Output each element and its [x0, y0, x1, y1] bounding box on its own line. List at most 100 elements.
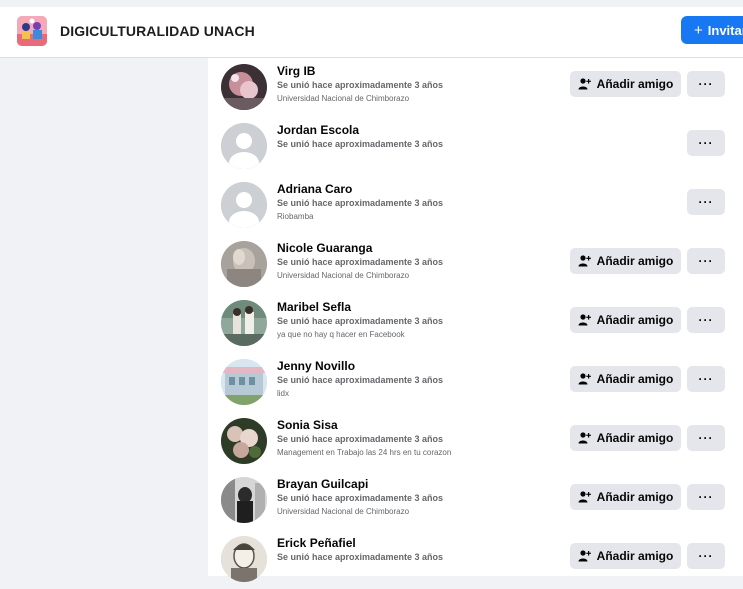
more-icon: ··· — [698, 549, 714, 563]
add-friend-button[interactable]: Añadir amigo — [570, 366, 681, 392]
group-header: DIGICULTURALIDAD UNACH + Invitar — [0, 0, 743, 58]
member-info: Brayan Guilcapi Se unió hace aproximadame… — [277, 477, 577, 517]
member-row: Maribel Sefla Se unió hace aproximadament… — [208, 294, 743, 353]
plus-icon: + — [694, 21, 703, 39]
member-row: Nicole Guaranga Se unió hace aproximadame… — [208, 235, 743, 294]
avatar[interactable] — [221, 536, 267, 582]
more-icon: ··· — [698, 195, 714, 209]
member-info: Nicole Guaranga Se unió hace aproximadame… — [277, 241, 577, 281]
more-options-button[interactable]: ··· — [687, 189, 725, 215]
add-friend-label: Añadir amigo — [596, 490, 674, 504]
member-extra-info: Riobamba — [277, 212, 314, 221]
more-icon: ··· — [698, 136, 714, 150]
member-row: Adriana Caro Se unió hace aproximadamente… — [208, 176, 743, 235]
more-options-button[interactable]: ··· — [687, 248, 725, 274]
more-icon: ··· — [698, 313, 714, 327]
add-friend-button[interactable]: Añadir amigo — [570, 484, 681, 510]
member-name[interactable]: Jenny Novillo — [277, 359, 577, 373]
member-extra-info: Universidad Nacional de Chimborazo — [277, 94, 410, 103]
member-row: Brayan Guilcapi Se unió hace aproximadame… — [208, 471, 743, 530]
member-info: Erick Peñafiel Se unió hace aproximadamen… — [277, 536, 577, 563]
member-joined-text: Se unió hace aproximadamente 3 años — [277, 434, 444, 444]
member-info: Maribel Sefla Se unió hace aproximadament… — [277, 300, 577, 340]
avatar[interactable] — [221, 359, 267, 405]
member-row: Virg IB Se unió hace aproximadamente 3 añ… — [208, 58, 743, 117]
member-name[interactable]: Sonia Sisa — [277, 418, 577, 432]
avatar[interactable] — [221, 477, 267, 523]
members-list: Virg IB Se unió hace aproximadamente 3 añ… — [208, 58, 743, 582]
member-name[interactable]: Maribel Sefla — [277, 300, 577, 314]
add-friend-button[interactable]: Añadir amigo — [570, 543, 681, 569]
member-joined-text: Se unió hace aproximadamente 3 años — [277, 493, 444, 503]
member-name[interactable]: Jordan Escola — [277, 123, 577, 137]
group-cover-thumbnail[interactable] — [17, 16, 47, 46]
more-options-button[interactable]: ··· — [687, 484, 725, 510]
add-friend-button[interactable]: Añadir amigo — [570, 425, 681, 451]
member-joined-text: Se unió hace aproximadamente 3 años — [277, 139, 444, 149]
more-options-button[interactable]: ··· — [687, 425, 725, 451]
member-row: Jenny Novillo Se unió hace aproximadament… — [208, 353, 743, 412]
member-name[interactable]: Adriana Caro — [277, 182, 577, 196]
more-options-button[interactable]: ··· — [687, 71, 725, 97]
member-joined-text: Se unió hace aproximadamente 3 años — [277, 257, 444, 267]
more-options-button[interactable]: ··· — [687, 366, 725, 392]
member-row: Sonia Sisa Se unió hace aproximadamente 3… — [208, 412, 743, 471]
member-info: Jenny Novillo Se unió hace aproximadament… — [277, 359, 577, 399]
member-name[interactable]: Nicole Guaranga — [277, 241, 577, 255]
member-name[interactable]: Erick Peñafiel — [277, 536, 577, 550]
member-info: Jordan Escola Se unió hace aproximadament… — [277, 123, 577, 150]
more-icon: ··· — [698, 431, 714, 445]
member-joined-text: Se unió hace aproximadamente 3 años — [277, 198, 444, 208]
member-info: Virg IB Se unió hace aproximadamente 3 añ… — [277, 64, 577, 104]
add-friend-label: Añadir amigo — [596, 372, 674, 386]
avatar[interactable] — [221, 300, 267, 346]
member-name[interactable]: Virg IB — [277, 64, 577, 78]
person-add-icon — [578, 373, 591, 385]
member-row: Erick Peñafiel Se unió hace aproximadamen… — [208, 530, 743, 589]
member-info: Adriana Caro Se unió hace aproximadamente… — [277, 182, 577, 222]
member-extra-info: Universidad Nacional de Chimborazo — [277, 271, 410, 280]
member-extra-info: lidx — [277, 389, 290, 398]
member-joined-text: Se unió hace aproximadamente 3 años — [277, 80, 444, 90]
member-extra-info: ya que no hay q hacer en Facebook — [277, 330, 405, 339]
more-icon: ··· — [698, 372, 714, 386]
add-friend-label: Añadir amigo — [596, 431, 674, 445]
member-row: Jordan Escola Se unió hace aproximadament… — [208, 117, 743, 176]
avatar[interactable] — [221, 182, 267, 228]
add-friend-label: Añadir amigo — [596, 254, 674, 268]
add-friend-button[interactable]: Añadir amigo — [570, 248, 681, 274]
member-info: Sonia Sisa Se unió hace aproximadamente 3… — [277, 418, 577, 458]
more-options-button[interactable]: ··· — [687, 307, 725, 333]
person-add-icon — [578, 78, 591, 90]
person-add-icon — [578, 491, 591, 503]
page-content: Virg IB Se unió hace aproximadamente 3 añ… — [0, 58, 743, 582]
group-name[interactable]: DIGICULTURALIDAD UNACH — [60, 23, 255, 39]
member-joined-text: Se unió hace aproximadamente 3 años — [277, 316, 444, 326]
member-extra-info: Universidad Nacional de Chimborazo — [277, 507, 410, 516]
member-joined-text: Se unió hace aproximadamente 3 años — [277, 375, 444, 385]
avatar[interactable] — [221, 241, 267, 287]
member-joined-text: Se unió hace aproximadamente 3 años — [277, 552, 444, 562]
add-friend-label: Añadir amigo — [596, 313, 674, 327]
avatar[interactable] — [221, 418, 267, 464]
more-icon: ··· — [698, 490, 714, 504]
invite-button[interactable]: + Invitar — [681, 16, 743, 44]
avatar[interactable] — [221, 123, 267, 169]
person-add-icon — [578, 255, 591, 267]
add-friend-label: Añadir amigo — [596, 77, 674, 91]
more-icon: ··· — [698, 77, 714, 91]
more-options-button[interactable]: ··· — [687, 130, 725, 156]
person-add-icon — [578, 550, 591, 562]
avatar[interactable] — [221, 64, 267, 110]
invite-label: Invitar — [707, 22, 743, 38]
member-name[interactable]: Brayan Guilcapi — [277, 477, 577, 491]
person-add-icon — [578, 432, 591, 444]
person-add-icon — [578, 314, 591, 326]
header-top-strip — [0, 0, 743, 7]
more-icon: ··· — [698, 254, 714, 268]
add-friend-label: Añadir amigo — [596, 549, 674, 563]
add-friend-button[interactable]: Añadir amigo — [570, 71, 681, 97]
add-friend-button[interactable]: Añadir amigo — [570, 307, 681, 333]
member-extra-info: Management en Trabajo las 24 hrs en tu c… — [277, 448, 452, 457]
more-options-button[interactable]: ··· — [687, 543, 725, 569]
